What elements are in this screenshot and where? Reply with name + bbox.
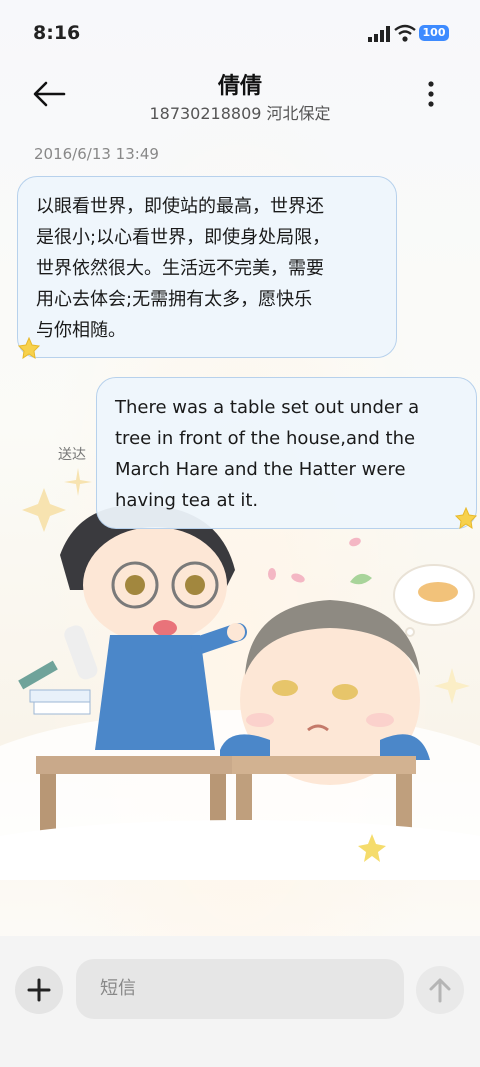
message-line: There was a table set out under a [115,397,420,418]
message-line: 是很小;以心看世界，即使身处局限， [36,227,331,248]
message-input[interactable]: 短信 [76,959,404,1019]
message-line: tree in front of the house,and the [115,428,416,449]
star-decoration-icon [18,337,40,359]
message-line: 与你相随。 [36,320,126,341]
cellular-signal-icon [368,26,390,42]
more-vertical-icon[interactable] [420,76,442,112]
star-decoration-icon [455,507,477,529]
status-time: 8:16 [33,22,81,44]
add-attachment-button[interactable] [15,966,63,1014]
battery-indicator: 100 [419,25,449,41]
status-bar: 8:16 100 [0,0,480,60]
wifi-icon [394,24,416,42]
message-line: 世界依然很大。生活远不完美，需要 [36,258,324,279]
send-button[interactable] [416,966,464,1014]
delivery-status: 送达 [58,447,86,463]
incoming-message-bubble[interactable]: 以眼看世界，即使站的最高，世界还 是很小;以心看世界，即使身处局限， 世界依然很… [17,176,397,358]
message-line: 以眼看世界，即使站的最高，世界还 [36,196,324,217]
contact-info: 18730218809 河北保定 [149,104,331,123]
message-line: 用心去体会;无需拥有太多，愿快乐 [36,289,313,310]
plus-icon [27,978,51,1002]
message-line: March Hare and the Hatter were [115,459,406,480]
outgoing-message-bubble[interactable]: There was a table set out under a tree i… [96,377,477,529]
arrow-up-icon [429,978,451,1003]
message-timestamp: 2016/6/13 13:49 [34,145,159,163]
message-line: having tea at it. [115,490,259,511]
conversation-header: 倩倩 18730218809 河北保定 [0,60,480,130]
contact-name: 倩倩 [217,74,262,99]
message-composer: 短信 [0,936,480,1067]
